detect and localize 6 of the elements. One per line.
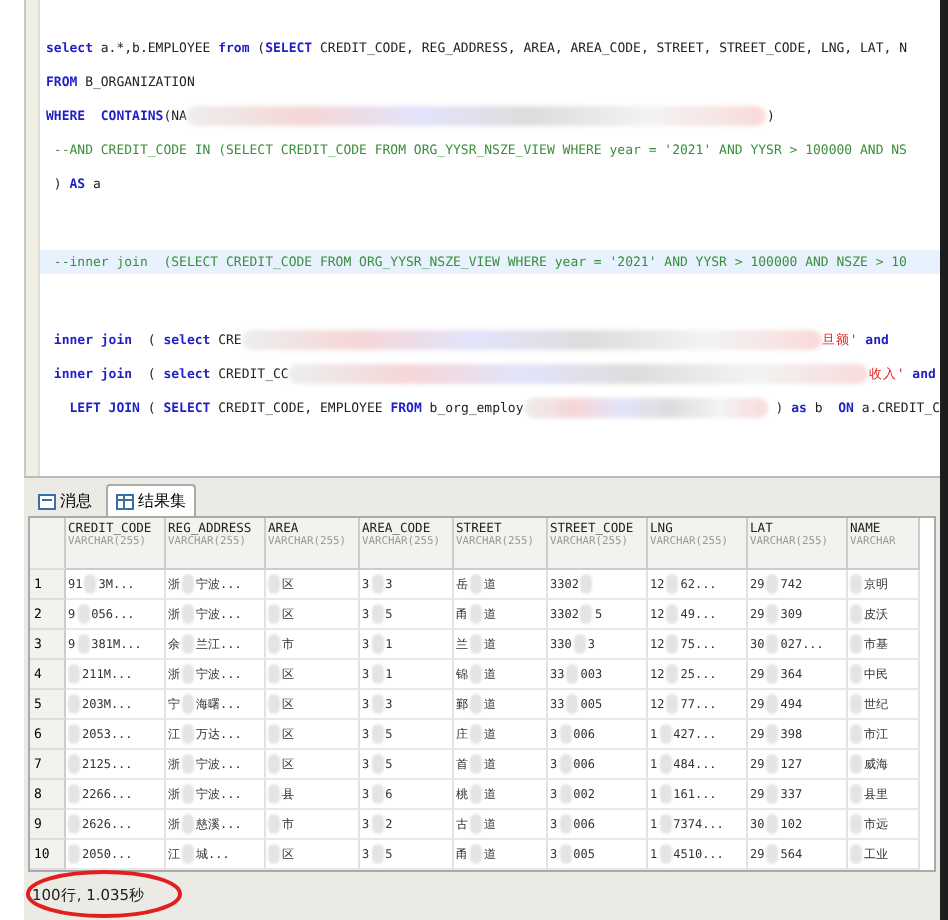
message-icon xyxy=(38,493,56,509)
result-tab[interactable]: 消息 xyxy=(28,484,102,516)
editor-pane[interactable] xyxy=(24,0,940,476)
grid-icon xyxy=(116,493,134,509)
grid-corner xyxy=(30,518,66,570)
result-tab[interactable]: 结果集 xyxy=(106,484,196,516)
